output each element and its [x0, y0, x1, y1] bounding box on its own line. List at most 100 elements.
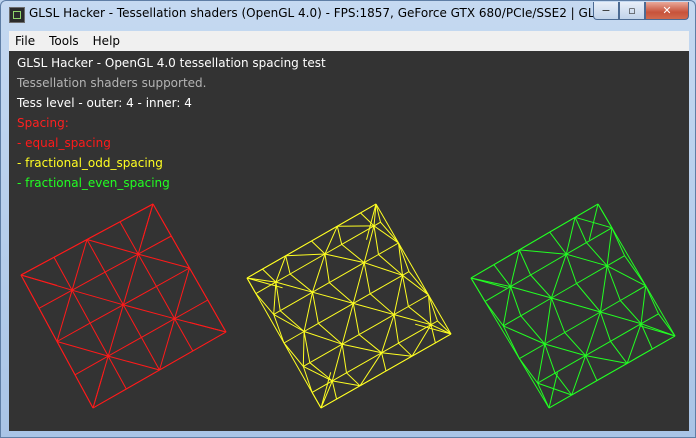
- mesh-edge: [549, 216, 576, 233]
- mesh-diagonal: [544, 297, 552, 345]
- mesh-diagonal: [599, 265, 608, 313]
- mesh-edge: [152, 203, 172, 237]
- hud-tess-levels: Tess level - outer: 4 - inner: 4: [17, 96, 192, 110]
- mesh-edge: [576, 283, 601, 313]
- mesh-edge: [170, 235, 190, 269]
- mesh-edge: [626, 348, 653, 364]
- mesh-edge: [520, 297, 552, 317]
- mesh-edge: [518, 249, 532, 276]
- mesh-edge: [336, 226, 343, 245]
- mesh-diagonal: [551, 297, 601, 313]
- mesh-edge: [600, 300, 621, 313]
- mesh-edge: [283, 331, 305, 344]
- mesh-edge: [262, 255, 286, 270]
- mesh-edge: [329, 262, 365, 284]
- mesh-diagonal: [411, 324, 432, 357]
- mesh-diagonal: [585, 355, 628, 364]
- mesh-diagonal: [273, 282, 277, 315]
- mesh-edge: [611, 227, 626, 256]
- maximize-button[interactable]: ▫: [619, 2, 645, 20]
- mesh-edge: [246, 268, 263, 279]
- hud-overlay: GLSL Hacker - OpenGL 4.0 tessellation sp…: [17, 53, 326, 193]
- mesh-edge: [574, 203, 599, 218]
- mesh-edge: [606, 265, 621, 301]
- mesh-edge: [381, 352, 387, 372]
- title-bar[interactable]: GLSL Hacker - Tessellation shaders (Open…: [1, 1, 695, 27]
- mesh-edge: [373, 221, 381, 227]
- mesh-diagonal: [640, 285, 647, 324]
- mesh-edge: [373, 225, 379, 255]
- mesh-diagonal: [341, 303, 354, 345]
- mesh-edge: [408, 294, 429, 307]
- mesh-edge: [484, 286, 511, 302]
- mesh-edge: [586, 242, 608, 267]
- mesh-edge: [430, 324, 436, 344]
- mesh-edge: [519, 343, 546, 360]
- mesh-edge: [519, 231, 550, 251]
- mesh-edge: [652, 335, 676, 350]
- menu-help[interactable]: Help: [87, 34, 126, 48]
- mesh-edge: [86, 221, 121, 240]
- menu-tools[interactable]: Tools: [43, 34, 85, 48]
- mesh-fan: [189, 322, 227, 333]
- mesh-edge: [71, 289, 91, 324]
- mesh-diagonal: [402, 274, 429, 296]
- mesh-edge: [331, 380, 338, 400]
- mesh-diagonal: [303, 331, 343, 345]
- mesh-edge: [549, 231, 567, 255]
- mesh-edge: [402, 271, 410, 276]
- app-window: GLSL Hacker - Tessellation shaders (Open…: [0, 0, 696, 438]
- mesh-edge: [378, 254, 403, 276]
- minimize-button[interactable]: −: [593, 2, 619, 20]
- render-canvas[interactable]: GLSL Hacker - OpenGL 4.0 tessellation sp…: [9, 51, 689, 431]
- mesh-edge: [336, 385, 361, 400]
- mesh-edge: [610, 340, 628, 364]
- mesh-edge: [518, 358, 539, 384]
- mesh-edge: [137, 253, 157, 287]
- mesh-edge: [285, 255, 291, 275]
- mesh-edge: [565, 254, 577, 284]
- mesh-edge: [20, 256, 55, 276]
- mesh-fractional-odd-spacing: [246, 203, 452, 409]
- mesh-edge: [317, 323, 343, 345]
- mesh-edge: [303, 362, 311, 367]
- mesh-diagonal: [364, 262, 403, 276]
- hud-heading: GLSL Hacker - OpenGL 4.0 tessellation sp…: [17, 56, 326, 70]
- mesh-edge: [640, 313, 659, 325]
- mesh-edge: [530, 253, 567, 276]
- mesh-edge: [571, 380, 598, 396]
- mesh-diagonal: [138, 253, 190, 269]
- window-title: GLSL Hacker - Tessellation shaders (Open…: [29, 6, 661, 20]
- mesh-edge: [564, 311, 601, 333]
- mesh-diagonal: [359, 352, 383, 387]
- app-icon: [9, 7, 25, 23]
- mesh-diagonal: [510, 249, 520, 287]
- mesh-edge: [493, 249, 520, 266]
- mesh-diagonal: [537, 343, 546, 384]
- mesh-edge: [309, 343, 343, 364]
- mesh-diagonal: [381, 352, 413, 357]
- menu-bar: File Tools Help: [9, 31, 689, 52]
- mesh-edge: [596, 362, 628, 382]
- mesh-diagonal: [331, 344, 343, 382]
- mesh-edge: [311, 392, 322, 409]
- mesh-fan: [20, 274, 57, 286]
- mesh-edge: [624, 255, 647, 287]
- mesh-edge: [311, 240, 326, 255]
- mesh-edge: [620, 285, 646, 301]
- mesh-edge: [140, 337, 160, 371]
- mesh-edge: [126, 369, 160, 390]
- mesh-diagonal: [123, 304, 175, 320]
- mesh-edge: [312, 292, 319, 324]
- mesh-edge: [359, 370, 387, 387]
- mesh-diagonal: [544, 343, 586, 357]
- mesh-edge: [610, 323, 642, 342]
- mesh-edge: [74, 374, 94, 409]
- mesh-fractional-even-spacing: [470, 203, 676, 409]
- menu-file[interactable]: File: [9, 34, 41, 48]
- close-button[interactable]: ✕: [645, 2, 689, 20]
- mesh-edge: [554, 355, 586, 374]
- mesh-edge: [324, 253, 330, 283]
- mesh-edge: [375, 203, 381, 223]
- mesh-edge: [530, 274, 552, 299]
